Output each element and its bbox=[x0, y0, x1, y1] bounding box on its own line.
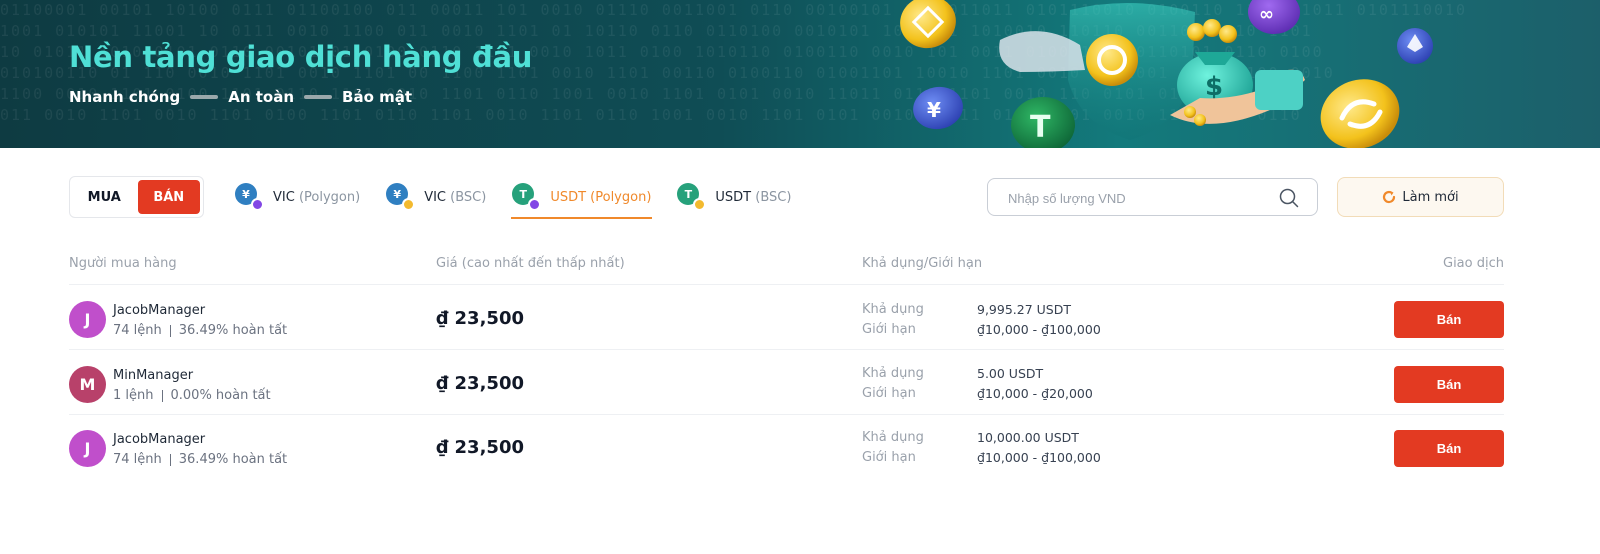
available-value: 5.00 USDT bbox=[977, 366, 1044, 381]
bsc-icon bbox=[693, 198, 707, 211]
buy-tab[interactable]: MUA bbox=[73, 180, 136, 214]
tab-vic-bsc[interactable]: ¥ VIC (BSC) bbox=[385, 180, 487, 214]
crypto-illustration: $ T ¥ ∞ bbox=[900, 0, 1433, 148]
tagline-divider bbox=[190, 95, 219, 99]
table-header: Người mua hàng Giá (cao nhất đến thấp nh… bbox=[69, 256, 1504, 284]
header-action: Giao dịch bbox=[1443, 256, 1504, 271]
buyer-name[interactable]: JacobManager bbox=[113, 432, 205, 447]
vic-icon: ¥ bbox=[386, 183, 416, 211]
limit-label: Giới hạn bbox=[862, 386, 916, 401]
tether-icon: T bbox=[677, 183, 707, 211]
currency-symbol: ₫ bbox=[436, 373, 449, 394]
sell-button[interactable]: Bán bbox=[1394, 430, 1504, 467]
bsc-icon bbox=[402, 198, 416, 211]
token-tabs: ¥ VIC (Polygon) ¥ VIC (BSC) T USDT (Poly… bbox=[234, 180, 792, 220]
completion-rate: 36.49% hoàn tất bbox=[178, 323, 288, 338]
polygon-icon bbox=[251, 198, 264, 211]
available-label: Khả dụng bbox=[862, 302, 924, 317]
sell-button[interactable]: Bán bbox=[1394, 366, 1504, 403]
limit-label: Giới hạn bbox=[862, 322, 916, 337]
svg-text:¥: ¥ bbox=[927, 98, 941, 122]
price-value: 23,500 bbox=[454, 437, 524, 458]
limit-value: ₫10,000 - ₫20,000 bbox=[977, 386, 1093, 401]
limit-label: Giới hạn bbox=[862, 450, 916, 465]
hero-banner: 01100001 00101 10100 0111 01100100 011 0… bbox=[0, 0, 1600, 148]
sell-button[interactable]: Bán bbox=[1394, 301, 1504, 338]
header-price[interactable]: Giá (cao nhất đến thấp nhất) bbox=[436, 256, 625, 271]
tab-vic-polygon[interactable]: ¥ VIC (Polygon) bbox=[234, 180, 361, 214]
table-row: J JacobManager 74 lệnh 36.49% hoàn tất ₫… bbox=[69, 285, 1504, 350]
limit-value: ₫10,000 - ₫100,000 bbox=[977, 450, 1101, 465]
token-network: (Polygon) bbox=[298, 189, 361, 205]
buy-sell-toggle: MUA BÁN bbox=[69, 176, 204, 218]
available-value: 9,995.27 USDT bbox=[977, 302, 1071, 317]
token-name: VIC bbox=[273, 189, 295, 205]
header-buyer: Người mua hàng bbox=[69, 256, 177, 271]
polygon-icon bbox=[528, 198, 542, 211]
price: ₫ 23,500 bbox=[436, 308, 524, 329]
completion-rate: 36.49% hoàn tất bbox=[178, 452, 288, 467]
search-icon[interactable] bbox=[1279, 188, 1299, 208]
tagline-fast: Nhanh chóng bbox=[69, 88, 181, 106]
tagline-secure: Bảo mật bbox=[342, 88, 413, 106]
price: ₫ 23,500 bbox=[436, 437, 524, 458]
banner-tagline: Nhanh chóng An toàn Bảo mật bbox=[69, 88, 412, 106]
order-count: 74 lệnh bbox=[113, 452, 162, 467]
token-name: USDT bbox=[715, 189, 752, 205]
banner-title: Nền tảng giao dịch hàng đầu bbox=[69, 40, 533, 74]
refresh-button[interactable]: Làm mới bbox=[1337, 177, 1504, 217]
price-value: 23,500 bbox=[454, 373, 524, 394]
currency-symbol: ₫ bbox=[436, 308, 449, 329]
available-label: Khả dụng bbox=[862, 366, 924, 381]
completion-rate: 0.00% hoàn tất bbox=[170, 388, 271, 403]
avatar: J bbox=[69, 301, 106, 338]
buyer-stats: 74 lệnh 36.49% hoàn tất bbox=[113, 452, 287, 467]
amount-search bbox=[987, 178, 1318, 216]
tagline-divider bbox=[304, 95, 333, 99]
svg-text:T: T bbox=[1030, 110, 1051, 145]
tab-usdt-bsc[interactable]: T USDT (BSC) bbox=[676, 180, 792, 214]
avatar: M bbox=[69, 366, 106, 403]
tab-usdt-polygon[interactable]: T USDT (Polygon) bbox=[511, 180, 653, 219]
token-name: USDT bbox=[550, 189, 587, 205]
buyer-name[interactable]: MinManager bbox=[113, 368, 193, 383]
vic-icon: ¥ bbox=[235, 183, 264, 211]
token-name: VIC bbox=[424, 189, 446, 205]
sell-tab[interactable]: BÁN bbox=[137, 180, 200, 214]
price: ₫ 23,500 bbox=[436, 373, 524, 394]
table-row: J JacobManager 74 lệnh 36.49% hoàn tất ₫… bbox=[69, 414, 1504, 479]
refresh-icon bbox=[1383, 191, 1396, 204]
svg-text:∞: ∞ bbox=[1259, 4, 1274, 25]
token-network: (Polygon) bbox=[590, 189, 652, 205]
avatar: J bbox=[69, 430, 106, 467]
buyer-name[interactable]: JacobManager bbox=[113, 303, 205, 318]
price-value: 23,500 bbox=[454, 308, 524, 329]
order-count: 74 lệnh bbox=[113, 323, 162, 338]
currency-symbol: ₫ bbox=[436, 437, 449, 458]
buyer-stats: 1 lệnh 0.00% hoàn tất bbox=[113, 388, 271, 403]
token-network: (BSC) bbox=[450, 189, 487, 205]
refresh-label: Làm mới bbox=[1402, 189, 1459, 205]
header-available: Khả dụng/Giới hạn bbox=[862, 256, 983, 271]
tether-icon: T bbox=[512, 183, 542, 211]
limit-value: ₫10,000 - ₫100,000 bbox=[977, 322, 1101, 337]
buyer-stats: 74 lệnh 36.49% hoàn tất bbox=[113, 323, 287, 338]
token-network: (BSC) bbox=[755, 189, 792, 205]
available-label: Khả dụng bbox=[862, 430, 924, 445]
table-row: M MinManager 1 lệnh 0.00% hoàn tất ₫ 23,5… bbox=[69, 350, 1504, 415]
vnd-amount-input[interactable] bbox=[1008, 188, 1268, 208]
svg-text:$: $ bbox=[1205, 72, 1223, 102]
order-count: 1 lệnh bbox=[113, 388, 154, 403]
available-value: 10,000.00 USDT bbox=[977, 430, 1079, 445]
tagline-safe: An toàn bbox=[228, 88, 295, 106]
